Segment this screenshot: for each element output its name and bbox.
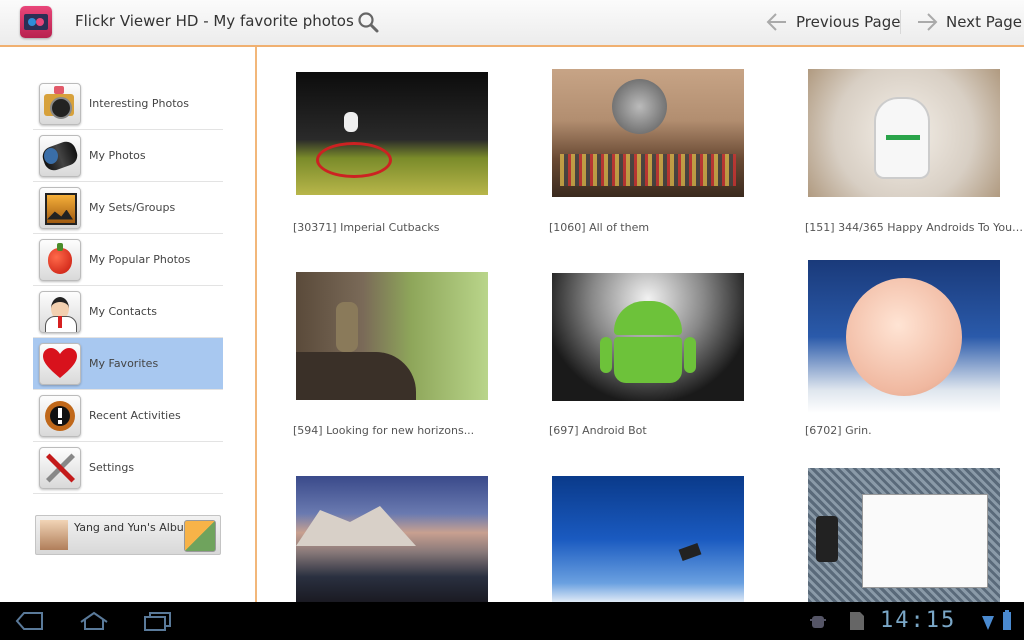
photo-caption: [6702] Grin. [805, 424, 872, 437]
sidebar-menu: Interesting Photos My Photos My Sets/Gro… [33, 78, 223, 494]
sidebar-item-label: My Sets/Groups [89, 201, 176, 214]
home-button[interactable] [78, 610, 110, 632]
arrow-right-icon [918, 13, 938, 31]
album-label: Yang and Yun's Album [74, 521, 195, 534]
recent-apps-button[interactable] [142, 610, 174, 632]
arrow-left-icon [766, 13, 786, 31]
next-page-button[interactable]: Next Page [916, 9, 1022, 35]
back-button[interactable] [14, 610, 46, 632]
tools-icon [39, 446, 81, 489]
alert-clock-icon [39, 394, 81, 437]
sidebar-item-label: Interesting Photos [89, 97, 190, 110]
album-thumbnail [40, 520, 68, 550]
album-app-icon [184, 520, 216, 552]
lens-icon [39, 134, 81, 177]
sunset-icon [39, 186, 81, 229]
recent-apps-icon [144, 612, 171, 631]
sidebar-item-label: Recent Activities [89, 409, 181, 422]
sidebar-item-my-photos[interactable]: My Photos [33, 130, 223, 182]
sidebar-item-my-contacts[interactable]: My Contacts [33, 286, 223, 338]
sidebar-item-label: My Favorites [89, 357, 159, 370]
sidebar-divider [255, 47, 257, 602]
page-title: Flickr Viewer HD - My favorite photos [75, 12, 354, 30]
previous-page-label: Previous Page [796, 13, 901, 31]
sidebar-item-label: My Contacts [89, 305, 158, 318]
album-button[interactable]: Yang and Yun's Album [35, 515, 221, 555]
action-bar: Flickr Viewer HD - My favorite photos Pr… [0, 0, 1024, 47]
sidebar-item-interesting-photos[interactable]: Interesting Photos [33, 78, 223, 130]
home-icon [80, 611, 108, 630]
photo-thumbnail[interactable] [552, 273, 744, 401]
photo-caption: [594] Looking for new horizons... [293, 424, 475, 437]
photo-thumbnail[interactable] [296, 272, 488, 400]
photo-caption: [1060] All of them [549, 221, 650, 234]
photo-thumbnail[interactable] [296, 476, 488, 602]
battery-icon [1000, 610, 1014, 632]
photo-caption: [151] 344/365 Happy Androids To You #p..… [805, 221, 1024, 234]
photo-grid: [30371] Imperial Cutbacks [1060] All of … [258, 47, 1024, 602]
photo-thumbnail[interactable] [552, 69, 744, 197]
system-bar: 14:15 [0, 602, 1024, 640]
search-button[interactable] [356, 10, 380, 34]
sidebar-item-label: My Popular Photos [89, 253, 191, 266]
sd-card-icon [846, 610, 866, 632]
heart-icon [39, 342, 81, 385]
sidebar-item-my-sets-groups[interactable]: My Sets/Groups [33, 182, 223, 234]
previous-page-button[interactable]: Previous Page [766, 9, 900, 35]
back-icon [15, 612, 43, 630]
status-clock: 14:15 [880, 608, 957, 633]
sidebar-item-my-favorites[interactable]: My Favorites [33, 338, 223, 390]
flickr-viewer-logo-icon[interactable] [20, 6, 52, 38]
photo-thumbnail[interactable] [296, 72, 488, 195]
camera-icon [39, 82, 81, 125]
sidebar-item-recent-activities[interactable]: Recent Activities [33, 390, 223, 442]
next-page-label: Next Page [946, 13, 1023, 31]
photo-thumbnail[interactable] [552, 476, 744, 602]
sidebar-item-label: Settings [89, 461, 135, 474]
photo-thumbnail[interactable] [808, 468, 1000, 602]
sidebar-item-label: My Photos [89, 149, 146, 162]
photo-thumbnail[interactable] [808, 260, 1000, 413]
search-icon [358, 12, 379, 33]
wifi-icon [980, 610, 996, 632]
sidebar-item-my-popular-photos[interactable]: My Popular Photos [33, 234, 223, 286]
photo-caption: [30371] Imperial Cutbacks [293, 221, 440, 234]
pepper-icon [39, 238, 81, 281]
sidebar-item-settings[interactable]: Settings [33, 442, 223, 494]
person-icon [39, 290, 81, 333]
toolbar-divider [900, 10, 901, 34]
photo-thumbnail[interactable] [808, 69, 1000, 197]
photo-caption: [697] Android Bot [549, 424, 647, 437]
usb-debug-icon [806, 610, 830, 632]
